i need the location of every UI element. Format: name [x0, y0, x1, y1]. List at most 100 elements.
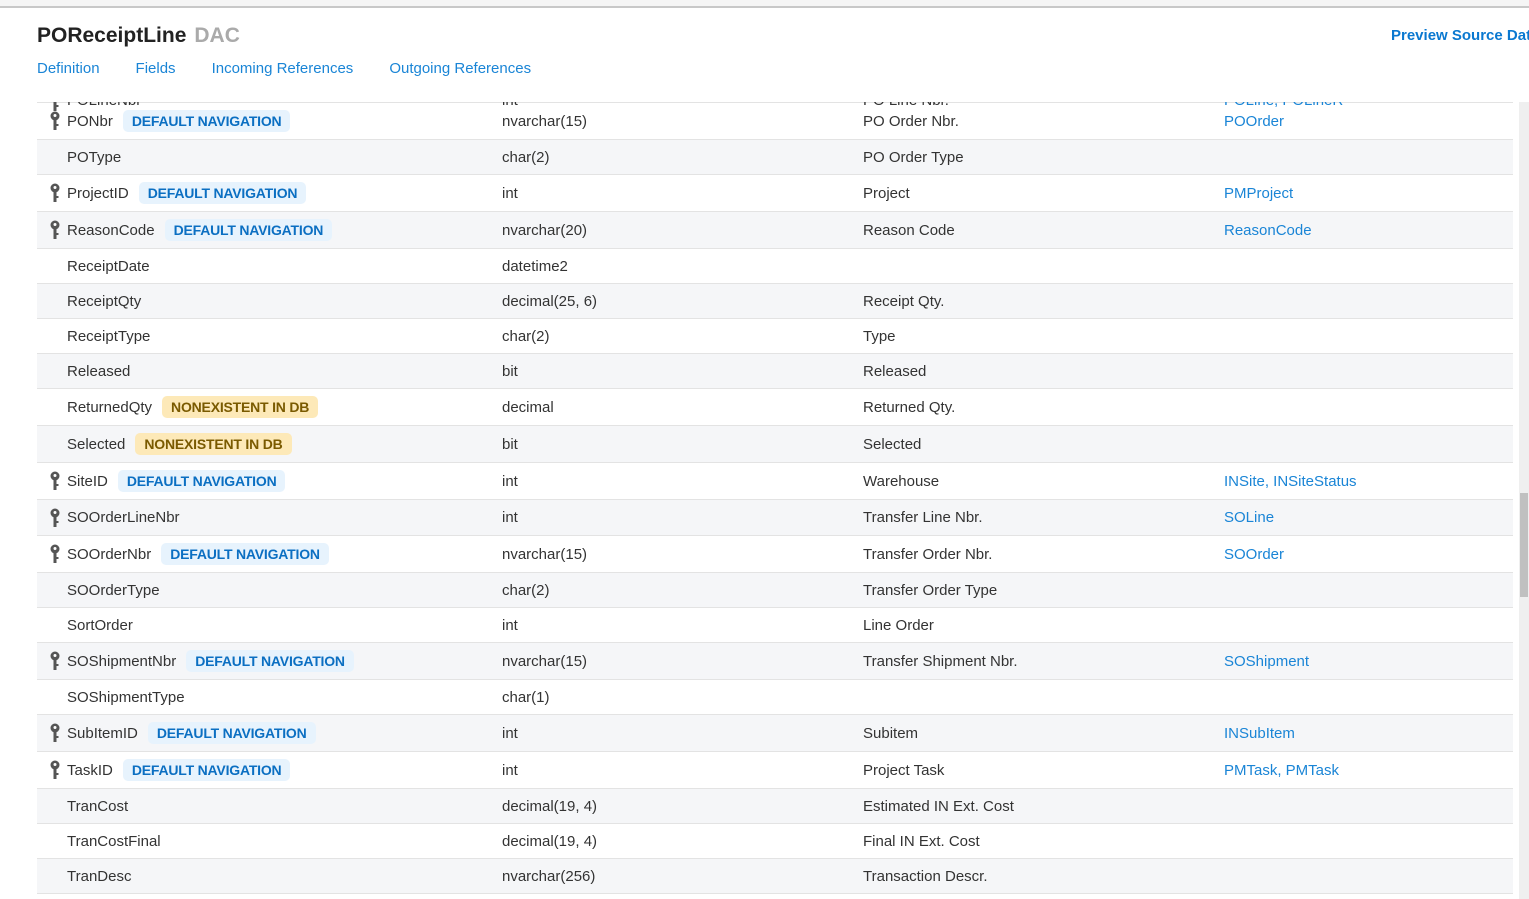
field-type: char(2) — [502, 581, 550, 599]
field-references-link[interactable]: INSite, INSiteStatus — [1224, 473, 1357, 490]
field-type: nvarchar(15) — [502, 652, 588, 670]
table-row: ProjectID DEFAULT NAVIGATION int Project PMP… — [37, 175, 1513, 212]
field-type: int — [502, 509, 518, 526]
field-references-link[interactable]: SOOrder — [1224, 546, 1284, 563]
field-description: Transaction Descr. — [863, 867, 988, 885]
page-header: POReceiptLine DAC Preview Source Data Def… — [0, 8, 1529, 102]
field-type: nvarchar(20) — [502, 221, 588, 239]
field-description: Transfer Order Type — [863, 581, 998, 599]
field-name: SOShipmentNbr — [67, 652, 177, 670]
table-row: TranCost decimal(19, 4) Estimated IN Ext. … — [37, 789, 1513, 824]
vertical-scrollbar[interactable] — [1519, 102, 1529, 899]
field-name: ReceiptDate — [67, 257, 150, 275]
field-references-link[interactable]: PMProject — [1224, 185, 1293, 202]
field-type: decimal(25, 6) — [502, 292, 598, 310]
table-row: SOOrderLineNbr int Transfer Line Nbr. SOLin… — [37, 500, 1513, 536]
field-type: decimal(19, 4) — [502, 832, 598, 850]
default-navigation-badge: DEFAULT NAVIGATION — [138, 182, 307, 204]
table-row: TranDesc nvarchar(256) Transaction Descr. — [37, 859, 1513, 894]
key-icon — [49, 723, 61, 743]
field-name: SiteID — [67, 472, 108, 490]
field-description: Line Order — [863, 616, 934, 634]
default-navigation-badge: DEFAULT NAVIGATION — [117, 470, 286, 492]
table-row: SubItemID DEFAULT NAVIGATION int Subitem INS… — [37, 715, 1513, 752]
field-name: TranDesc — [67, 867, 132, 885]
dac-name: POReceiptLine — [37, 24, 187, 47]
field-description: Type — [863, 327, 896, 345]
table-row: SOOrderNbr DEFAULT NAVIGATION nvarchar(15)… — [37, 536, 1513, 573]
tab-outgoing-references[interactable]: Outgoing References — [389, 60, 531, 77]
field-type: datetime2 — [502, 257, 568, 275]
key-icon — [49, 111, 61, 131]
field-type: int — [502, 184, 518, 202]
field-type: bit — [502, 435, 518, 453]
field-references-link[interactable]: PMTask, PMTask — [1224, 762, 1339, 779]
field-name: TaskID — [67, 761, 113, 779]
field-name: ReasonCode — [67, 221, 155, 239]
field-description: Project Task — [863, 761, 945, 779]
default-navigation-badge: DEFAULT NAVIGATION — [147, 722, 316, 744]
field-description: Transfer Order Nbr. — [863, 545, 993, 563]
field-name: ReturnedQty — [67, 398, 153, 416]
field-description: Transfer Line Nbr. — [863, 509, 983, 526]
field-references-link[interactable]: INSubItem — [1224, 725, 1295, 742]
table-row: TaskID DEFAULT NAVIGATION int Project Task P… — [37, 752, 1513, 789]
field-type: int — [502, 616, 518, 634]
default-navigation-badge: DEFAULT NAVIGATION — [122, 759, 291, 781]
field-type: nvarchar(256) — [502, 867, 596, 885]
field-name: ReceiptQty — [67, 292, 142, 310]
key-icon — [49, 760, 61, 780]
field-type: char(2) — [502, 327, 550, 345]
field-name: SOOrderType — [67, 581, 160, 599]
table-row: SiteID DEFAULT NAVIGATION int Warehouse INSi… — [37, 463, 1513, 500]
field-description: Warehouse — [863, 472, 940, 490]
table-row: ReceiptQty decimal(25, 6) Receipt Qty. — [37, 284, 1513, 319]
tab-fields[interactable]: Fields — [136, 60, 176, 77]
table-row: PONbr DEFAULT NAVIGATION nvarchar(15) PO Or… — [37, 103, 1513, 140]
field-type: decimal — [502, 398, 554, 416]
field-description: Returned Qty. — [863, 398, 956, 416]
scrollbar-thumb[interactable] — [1520, 493, 1528, 597]
field-name: PONbr — [67, 112, 113, 130]
field-name: SOShipmentType — [67, 688, 185, 706]
table-row: Released bit Released — [37, 354, 1513, 389]
table-row: SOOrderType char(2) Transfer Order Type — [37, 573, 1513, 608]
field-name: TranCostFinal — [67, 832, 161, 850]
key-icon — [49, 183, 61, 203]
key-icon — [49, 508, 61, 528]
field-name: ProjectID — [67, 184, 129, 202]
field-type: nvarchar(15) — [502, 112, 588, 130]
nonexistent-badge: NONEXISTENT IN DB — [162, 396, 319, 418]
table-row: SOShipmentType char(1) — [37, 680, 1513, 715]
field-references-link[interactable]: SOShipment — [1224, 653, 1309, 670]
table-row: POType char(2) PO Order Type — [37, 140, 1513, 175]
field-name: POType — [67, 148, 122, 166]
field-name: Released — [67, 362, 131, 380]
field-description: PO Order Type — [863, 148, 964, 166]
nonexistent-badge: NONEXISTENT IN DB — [135, 433, 292, 455]
tab-bar: Definition Fields Incoming References Ou… — [37, 60, 531, 77]
table-row: ReasonCode DEFAULT NAVIGATION nvarchar(20)… — [37, 212, 1513, 249]
default-navigation-badge: DEFAULT NAVIGATION — [161, 543, 329, 565]
table-row: ReceiptType char(2) Type — [37, 319, 1513, 354]
table-row: SOShipmentNbr DEFAULT NAVIGATION nvarchar(… — [37, 643, 1513, 680]
field-type: nvarchar(15) — [502, 545, 588, 563]
preview-source-data-link[interactable]: Preview Source Data — [1391, 27, 1529, 44]
field-name: ReceiptType — [67, 327, 151, 345]
default-navigation-badge: DEFAULT NAVIGATION — [164, 219, 333, 241]
field-type: char(1) — [502, 688, 550, 706]
tab-definition[interactable]: Definition — [37, 60, 100, 77]
tab-incoming-references[interactable]: Incoming References — [212, 60, 354, 77]
field-name: Selected — [67, 435, 126, 453]
field-description: Estimated IN Ext. Cost — [863, 797, 1014, 815]
field-references-link[interactable]: ReasonCode — [1224, 222, 1312, 239]
key-icon — [49, 544, 61, 564]
field-references-link[interactable]: POOrder — [1224, 113, 1284, 130]
field-type: char(2) — [502, 148, 550, 166]
field-description: PO Order Nbr. — [863, 112, 959, 130]
field-name: SortOrder — [67, 616, 133, 634]
field-description: Project — [863, 184, 910, 202]
field-references-link[interactable]: SOLine — [1224, 509, 1274, 526]
field-name: SubItemID — [67, 724, 138, 742]
dac-label: DAC — [194, 24, 240, 47]
